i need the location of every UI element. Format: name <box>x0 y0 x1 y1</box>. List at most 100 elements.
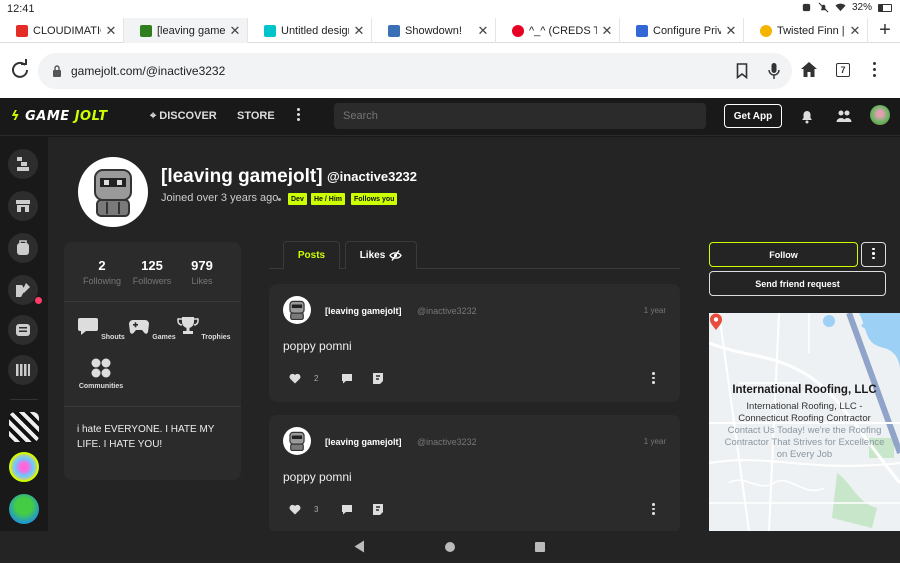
mute-icon <box>818 2 829 13</box>
recent-apps-icon[interactable] <box>535 542 545 552</box>
share-icon[interactable] <box>372 372 384 385</box>
stat-followers[interactable]: 125 Followers <box>127 258 177 286</box>
post-author-avatar[interactable] <box>283 296 311 324</box>
browser-tab[interactable]: ^_^ (CREDS TO CH ✕ <box>496 18 620 43</box>
feed-post[interactable]: [leaving gamejolt] @inactive3232 1 year … <box>269 415 680 531</box>
ad-line: International Roofing, LLC - <box>746 401 863 412</box>
send-friend-request-button[interactable]: Send friend request <box>709 271 886 296</box>
map-advertisement[interactable]: International Roofing, LLC International… <box>709 313 900 531</box>
browser-tab-title: [leaving gamejolt] <box>157 24 225 37</box>
gamejolt-logo[interactable]: ϟ GAME JOLT <box>11 109 108 124</box>
browser-tab[interactable]: Configure Private ✕ <box>620 18 744 43</box>
post-author-handle[interactable]: @inactive3232 <box>417 437 477 447</box>
close-tab-icon[interactable]: ✕ <box>601 23 613 39</box>
map-pin-icon <box>710 313 722 330</box>
profile-avatar[interactable] <box>78 157 148 227</box>
lock-icon[interactable] <box>52 65 62 77</box>
store-button[interactable] <box>8 191 38 221</box>
browser-menu-icon[interactable] <box>873 62 879 80</box>
bookmark-icon[interactable] <box>736 63 748 79</box>
get-app-button[interactable]: Get App <box>724 104 782 128</box>
tab-switcher-button[interactable]: 7 <box>836 63 850 77</box>
browser-tab[interactable]: Twisted Finn | Dan ✕ <box>744 18 868 43</box>
chat-button[interactable] <box>8 315 38 345</box>
ad-line-faint: Contractor That Strives for Excellence <box>724 437 885 448</box>
stat-likes[interactable]: 979 Likes <box>177 258 227 286</box>
trophies-link[interactable]: Trophies <box>174 316 234 341</box>
home-icon[interactable] <box>800 61 818 78</box>
browser-tab[interactable]: CLOUDIMATIONS ✕ <box>0 18 124 43</box>
library-button[interactable] <box>8 355 38 385</box>
tab-likes[interactable]: Likes <box>345 241 417 269</box>
post-timestamp: 1 year <box>643 306 666 315</box>
close-tab-icon[interactable]: ✕ <box>477 23 489 39</box>
feed-tabs: Posts Likes <box>269 241 680 269</box>
post-author-name[interactable]: [leaving gamejolt] <box>325 437 402 447</box>
share-icon[interactable] <box>372 503 384 516</box>
user-avatar[interactable] <box>870 105 890 125</box>
close-tab-icon[interactable]: ✕ <box>353 23 365 39</box>
close-tab-icon[interactable]: ✕ <box>229 23 241 39</box>
comment-icon[interactable] <box>341 504 353 515</box>
post-author-avatar[interactable] <box>283 427 311 455</box>
microphone-icon[interactable] <box>768 62 780 80</box>
like-icon[interactable] <box>289 373 301 384</box>
gamejolt-favicon-icon <box>140 24 152 37</box>
games-link[interactable]: Games <box>122 316 182 341</box>
card-divider <box>64 406 241 407</box>
tag-pronouns: He / Him <box>311 193 346 205</box>
like-icon[interactable] <box>289 504 301 515</box>
pinterest-favicon-icon <box>512 24 524 37</box>
feed-post[interactable]: [leaving gamejolt] @inactive3232 1 year … <box>269 284 680 402</box>
creator-button[interactable] <box>8 275 38 305</box>
post-author-name[interactable]: [leaving gamejolt] <box>325 306 402 316</box>
activity-feed-button[interactable] <box>8 149 38 179</box>
browser-tab-title: Twisted Finn | Dan <box>777 24 845 37</box>
bell-icon[interactable] <box>800 108 814 124</box>
community-shortcut-rainbow[interactable] <box>9 452 39 482</box>
trophy-icon <box>177 317 200 334</box>
store-icon <box>16 200 30 212</box>
tab-posts[interactable]: Posts <box>283 241 340 269</box>
post-menu-icon[interactable] <box>652 372 656 386</box>
community-shortcut-qr[interactable] <box>9 412 39 442</box>
community-shortcut-frog[interactable] <box>9 494 39 524</box>
close-tab-icon[interactable]: ✕ <box>849 23 861 39</box>
notification-icon <box>802 3 811 12</box>
back-icon[interactable] <box>354 540 365 553</box>
communities-link[interactable]: Communities <box>71 358 131 390</box>
close-tab-icon[interactable]: ✕ <box>105 23 117 39</box>
hidden-eye-icon <box>389 250 403 261</box>
store-link[interactable]: STORE <box>237 110 275 122</box>
url-text[interactable]: gamejolt.com/@inactive3232 <box>71 64 225 78</box>
browser-tab[interactable]: Showdown! ✕ <box>372 18 496 43</box>
tag-follows-you: Follows you <box>351 193 398 205</box>
home-circle-icon[interactable] <box>445 542 455 552</box>
android-navigation-bar <box>0 531 900 563</box>
browser-tab-active[interactable]: [leaving gamejolt] ✕ <box>124 18 248 43</box>
flower-favicon-icon <box>760 24 772 37</box>
profile-handle: @inactive3232 <box>327 169 418 184</box>
browser-tab[interactable]: Untitled design - V ✕ <box>248 18 372 43</box>
stat-following[interactable]: 2 Following <box>77 258 127 286</box>
more-menu-icon[interactable] <box>297 108 301 123</box>
post-author-handle[interactable]: @inactive3232 <box>417 306 477 316</box>
comment-icon[interactable] <box>341 373 353 384</box>
friends-icon[interactable] <box>836 108 852 124</box>
post-menu-icon[interactable] <box>652 503 656 517</box>
browser-tab-title: Untitled design - V <box>281 24 349 37</box>
follow-button[interactable]: Follow <box>709 242 858 267</box>
backpack-button[interactable] <box>8 233 38 263</box>
search-input[interactable] <box>334 103 706 129</box>
new-tab-button[interactable]: + <box>870 18 900 43</box>
reload-icon[interactable] <box>10 59 30 79</box>
profile-more-button[interactable] <box>861 242 886 267</box>
discover-link[interactable]: ⌖ DISCOVER <box>150 110 217 123</box>
browser-tab-title: Showdown! <box>405 24 462 37</box>
card-divider <box>64 301 241 302</box>
close-tab-icon[interactable]: ✕ <box>725 23 737 39</box>
browser-tab-strip: CLOUDIMATIONS ✕ [leaving gamejolt] ✕ Unt… <box>0 18 900 43</box>
profile-joined-date: Joined over 3 years ago <box>161 192 279 204</box>
post-timestamp: 1 year <box>643 437 666 446</box>
url-field[interactable]: gamejolt.com/@inactive3232 <box>38 53 792 89</box>
